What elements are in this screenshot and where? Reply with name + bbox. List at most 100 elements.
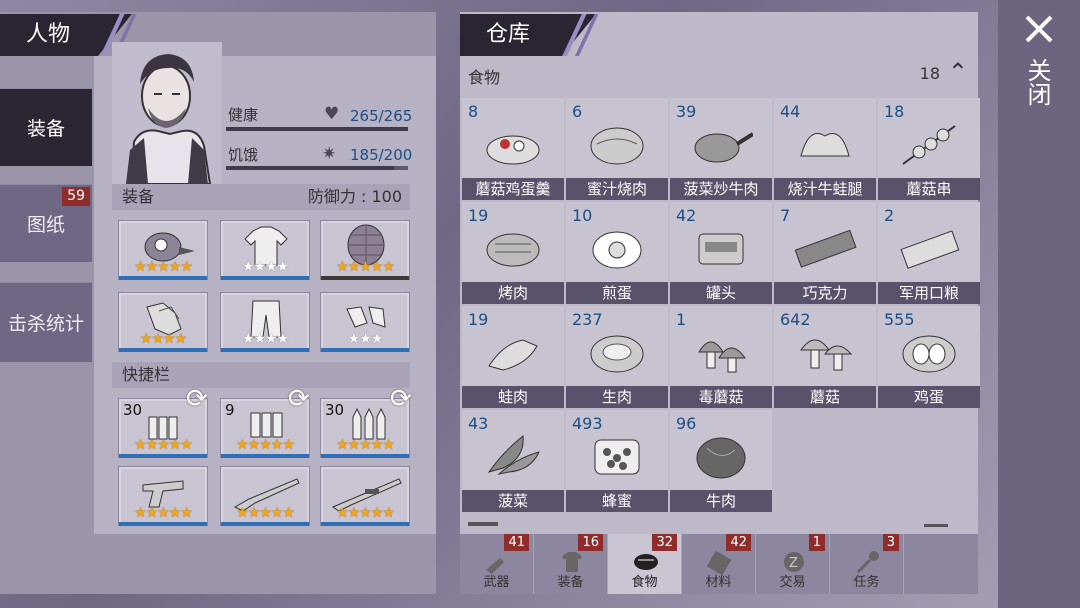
nav-equipment[interactable]: 装备: [0, 88, 92, 166]
equipment-section-header: 装备 防御力 : 100: [112, 184, 410, 210]
nav-kill-stats-label: 击杀统计: [7, 313, 84, 335]
health-label: 健康: [228, 106, 259, 124]
nav-equipment-label: 装备: [26, 118, 65, 140]
item-cell[interactable]: 2 军用口粮: [878, 202, 980, 304]
slot-underline: [221, 454, 309, 458]
category-row[interactable]: 食物 18 ⌃: [460, 58, 978, 88]
item-name: 菠菜炒牛肉: [670, 178, 772, 200]
slot-underline: [221, 522, 309, 526]
tab-badge: 42: [726, 534, 751, 551]
tab-material[interactable]: 42 材料: [682, 534, 756, 594]
item-name: 烤肉: [462, 282, 564, 304]
nav-kill-stats[interactable]: 击杀统计: [0, 282, 92, 362]
skewer-icon: [902, 125, 956, 165]
item-cell[interactable]: 39 菠菜炒牛肉: [670, 98, 772, 200]
tab-shirt[interactable]: 16 装备: [534, 534, 608, 594]
character-portrait: [112, 42, 222, 185]
equip-slot-shoes[interactable]: ★★★: [320, 292, 410, 352]
slot-underline: [119, 454, 207, 458]
tab-label: 食物: [631, 575, 658, 590]
item-count: 7: [780, 206, 791, 225]
heart-icon: ♥: [324, 104, 340, 124]
category-count: 18: [919, 64, 940, 83]
swap-icon-2[interactable]: ⟳: [288, 384, 310, 414]
equip-slot-helmet[interactable]: ★★★★★: [118, 220, 208, 280]
item-count: 1: [676, 310, 687, 329]
item-name: 烧汁牛蛙腿: [774, 178, 876, 200]
blueprints-badge: 59: [62, 187, 90, 206]
item-name: 菠菜: [462, 490, 564, 512]
slot-underline: [321, 348, 409, 352]
quick-slot-5[interactable]: ★★★★★: [220, 466, 310, 526]
roast-icon: [590, 127, 644, 165]
tab-meat[interactable]: 32 食物: [608, 534, 682, 594]
slot-underline: [119, 276, 207, 280]
item-count: 2: [884, 206, 895, 225]
stars: ★★★★★: [336, 437, 395, 453]
nav-blueprints[interactable]: 图纸 59: [0, 184, 92, 262]
item-name: 毒蘑菇: [670, 386, 772, 408]
equip-slot-gloves[interactable]: ★★★★: [118, 292, 208, 352]
close-label[interactable]: 关闭: [1023, 58, 1052, 106]
item-cell[interactable]: 44 烧汁牛蛙腿: [774, 98, 876, 200]
equip-slot-shirt[interactable]: ★★★★: [220, 220, 310, 280]
tab-label: 任务: [853, 575, 880, 590]
item-cell[interactable]: 96 牛肉: [670, 410, 772, 512]
health-bar-fill: [226, 127, 408, 131]
slot-underline: [321, 454, 409, 458]
stars: ★★★★★: [336, 505, 395, 521]
item-cell[interactable]: 19 烤肉: [462, 202, 564, 304]
item-cell[interactable]: 18 蘑菇串: [878, 98, 980, 200]
item-name: 牛肉: [670, 490, 772, 512]
slot-underline: [119, 522, 207, 526]
chevron-up-icon[interactable]: ⌃: [948, 58, 968, 86]
hunger-bar-fill: [226, 166, 395, 170]
swap-icon-1[interactable]: ⟳: [186, 384, 208, 414]
equip-slot-pants[interactable]: ★★★★: [220, 292, 310, 352]
item-name: 生肉: [566, 386, 668, 408]
helmet-icon: [144, 232, 195, 262]
item-cell[interactable]: 42 罐头: [670, 202, 772, 304]
item-cell[interactable]: 43 菠菜: [462, 410, 564, 512]
tab-key[interactable]: 3 任务: [830, 534, 904, 594]
tab-label: 武器: [483, 575, 510, 590]
next-category-hint: [460, 518, 978, 534]
item-name: 蜜汁烧肉: [566, 178, 668, 200]
item-count: 6: [572, 102, 583, 121]
item-name: 蛙肉: [462, 386, 564, 408]
svg-text:Z: Z: [789, 556, 798, 571]
tab-coin[interactable]: 1 Z 交易: [756, 534, 830, 594]
equipment-label: 装备: [122, 187, 155, 206]
stars: ★★★★★: [134, 437, 193, 453]
stomach-icon: ✷: [322, 144, 337, 164]
close-icon[interactable]: [1024, 14, 1054, 44]
tab-weapon[interactable]: 41 武器: [460, 534, 534, 594]
raw-meat-icon: [590, 335, 644, 373]
ammo-icon: [148, 416, 178, 440]
quick-slot-6[interactable]: ★★★★★: [320, 466, 410, 526]
item-cell[interactable]: 1 毒蘑菇: [670, 306, 772, 408]
ration-icon: [900, 230, 960, 269]
poison-mushroom-icon: [698, 341, 746, 373]
item-cell[interactable]: 8 蘑菇鸡蛋羹: [462, 98, 564, 200]
item-cell[interactable]: 10 煎蛋: [566, 202, 668, 304]
item-name: 蘑菇鸡蛋羹: [462, 178, 564, 200]
item-cell[interactable]: 642 蘑菇: [774, 306, 876, 408]
revolver-icon: [142, 480, 184, 508]
rifle-ammo-icon: [352, 407, 386, 440]
item-cell[interactable]: 237 生肉: [566, 306, 668, 408]
honeycomb-icon: [594, 439, 640, 475]
category-label: 食物: [468, 68, 501, 87]
tab-bar-filler: [904, 534, 978, 594]
item-cell[interactable]: 6 蜜汁烧肉: [566, 98, 668, 200]
frog-meat-icon: [488, 339, 538, 371]
swap-icon-3[interactable]: ⟳: [390, 384, 412, 414]
item-cell[interactable]: 555 鸡蛋: [878, 306, 980, 408]
item-cell[interactable]: 19 蛙肉: [462, 306, 564, 408]
item-cell[interactable]: 493 蜂蜜: [566, 410, 668, 512]
close-column[interactable]: 关闭: [998, 0, 1080, 608]
nav-blueprints-label: 图纸: [26, 214, 65, 236]
item-cell[interactable]: 7 巧克力: [774, 202, 876, 304]
equip-slot-armor[interactable]: ★★★★★: [320, 220, 410, 280]
quick-slot-4[interactable]: ★★★★★: [118, 466, 208, 526]
